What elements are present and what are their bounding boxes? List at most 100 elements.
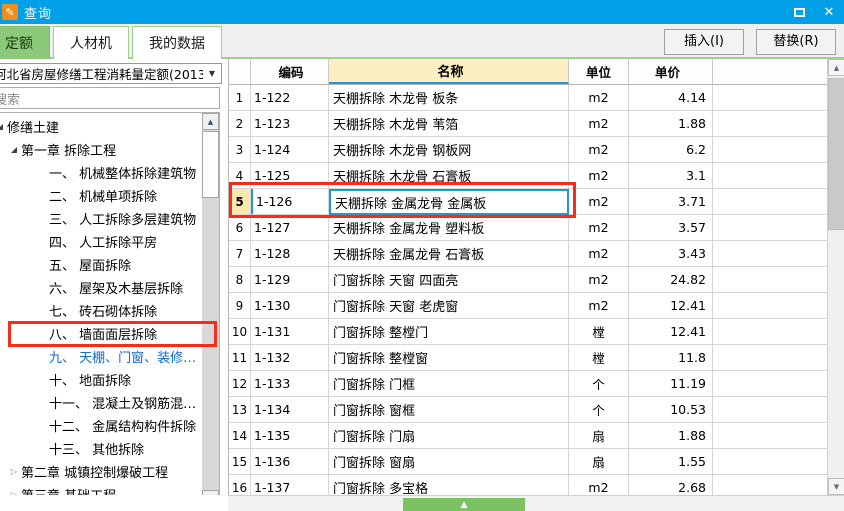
table-row[interactable]: 11 1-132 门窗拆除 整樘窗樘 11.8 — [229, 345, 844, 371]
tree-item[interactable]: 九、 天棚、门窗、装修拆除 — [0, 345, 201, 368]
tab-quota[interactable]: 定额 — [0, 26, 50, 59]
cell-unit[interactable]: m2 — [569, 215, 629, 240]
maximize-icon[interactable] — [784, 0, 814, 24]
cell-price[interactable]: 11.19 — [629, 371, 713, 396]
row-index[interactable]: 6 — [229, 215, 251, 240]
row-index[interactable]: 8 — [229, 267, 251, 292]
cell-price[interactable]: 6.2 — [629, 137, 713, 162]
cell-price[interactable]: 10.53 — [629, 397, 713, 422]
cell-code[interactable]: 1-132 — [251, 345, 329, 370]
cell-name[interactable]: 天棚拆除 金属龙骨 石膏板 — [329, 241, 569, 266]
header-price[interactable]: 单价 — [629, 59, 713, 84]
cell-unit[interactable]: m2 — [569, 189, 629, 214]
scroll-up-icon[interactable]: ▲ — [202, 113, 219, 130]
tree-item[interactable]: 一、 机械整体拆除建筑物 — [0, 161, 201, 184]
cell-price[interactable]: 24.82 — [629, 267, 713, 292]
catalog-select[interactable]: 河北省房屋修缮工程消耗量定额(2013) ▼ — [0, 63, 222, 84]
replace-button[interactable]: 替换(R) — [756, 29, 836, 55]
tree-item[interactable]: 十一、 混凝土及钢筋混凝… — [0, 391, 201, 414]
tree-item[interactable]: 二、 机械单项拆除 — [0, 184, 201, 207]
cell-unit[interactable]: 个 — [569, 397, 629, 422]
table-row[interactable]: 1 1-122 天棚拆除 木龙骨 板条 m2 4.14 — [229, 85, 844, 111]
cell-unit[interactable]: 扇 — [569, 449, 629, 474]
cell-code[interactable]: 1-129 — [251, 267, 329, 292]
cell-unit[interactable]: m2 — [569, 85, 629, 110]
cell-name[interactable]: 门窗拆除 天窗 老虎窗 — [329, 293, 569, 318]
row-index[interactable]: 11 — [229, 345, 251, 370]
row-index[interactable]: 7 — [229, 241, 251, 266]
table-row[interactable]: 5 1-126 天棚拆除 金属龙骨 金属板 m2 3.71 — [229, 189, 844, 215]
cell-code[interactable]: 1-127 — [251, 215, 329, 240]
row-index[interactable]: 12 — [229, 371, 251, 396]
cell-unit[interactable]: m2 — [569, 293, 629, 318]
cell-unit[interactable]: m2 — [569, 163, 629, 188]
row-index[interactable]: 13 — [229, 397, 251, 422]
cell-unit[interactable]: m2 — [569, 137, 629, 162]
tree-item[interactable]: 十三、 其他拆除 — [0, 437, 201, 460]
sidebar-scrollbar[interactable]: ▲ ▼ — [202, 113, 219, 507]
chevron-right-icon[interactable]: ▷ — [7, 467, 21, 476]
cell-code[interactable]: 1-122 — [251, 85, 329, 110]
cell-unit[interactable]: m2 — [569, 267, 629, 292]
cell-code[interactable]: 1-133 — [251, 371, 329, 396]
cell-unit[interactable]: m2 — [569, 241, 629, 266]
table-row[interactable]: 14 1-135 门窗拆除 门扇扇 1.88 — [229, 423, 844, 449]
table-row[interactable]: 8 1-129 门窗拆除 天窗 四面亮 m2 24.82 — [229, 267, 844, 293]
header-name[interactable]: 名称 — [329, 59, 569, 84]
tree-item[interactable]: 六、 屋架及木基层拆除 — [0, 276, 201, 299]
chevron-down-icon[interactable]: ▼ — [203, 69, 221, 78]
cell-price[interactable]: 3.57 — [629, 215, 713, 240]
tree-item[interactable]: 十二、 金属结构构件拆除 — [0, 414, 201, 437]
cell-code[interactable]: 1-134 — [251, 397, 329, 422]
cell-name[interactable]: 门窗拆除 窗扇 — [329, 449, 569, 474]
table-row[interactable]: 3 1-124 天棚拆除 木龙骨 钢板网 m2 6.2 — [229, 137, 844, 163]
cell-unit[interactable]: 樘 — [569, 319, 629, 344]
cell-code[interactable]: 1-131 — [251, 319, 329, 344]
row-index[interactable]: 1 — [229, 85, 251, 110]
cell-name[interactable]: 天棚拆除 木龙骨 石膏板 — [329, 163, 569, 188]
table-row[interactable]: 13 1-134 门窗拆除 窗框个 10.53 — [229, 397, 844, 423]
cell-code[interactable]: 1-124 — [251, 137, 329, 162]
table-row[interactable]: 15 1-136 门窗拆除 窗扇扇 1.55 — [229, 449, 844, 475]
cell-price[interactable]: 3.43 — [629, 241, 713, 266]
header-code[interactable]: 编码 — [251, 59, 329, 84]
header-unit[interactable]: 单位 — [569, 59, 629, 84]
cell-price[interactable]: 1.88 — [629, 423, 713, 448]
row-index[interactable]: 10 — [229, 319, 251, 344]
cell-unit[interactable]: m2 — [569, 111, 629, 136]
cell-name[interactable]: 天棚拆除 金属龙骨 金属板 — [329, 189, 569, 215]
table-scroll-down-icon[interactable]: ▼ — [828, 478, 844, 495]
table-row[interactable]: 12 1-133 门窗拆除 门框个 11.19 — [229, 371, 844, 397]
sidebar-scroll-thumb[interactable] — [202, 131, 219, 198]
cell-code[interactable]: 1-128 — [251, 241, 329, 266]
row-index[interactable]: 2 — [229, 111, 251, 136]
table-row[interactable]: 10 1-131 门窗拆除 整樘门樘 12.41 — [229, 319, 844, 345]
cell-price[interactable]: 11.8 — [629, 345, 713, 370]
cell-price[interactable]: 3.71 — [629, 189, 713, 214]
tree-item[interactable]: ▷ 第二章 城镇控制爆破工程 — [0, 460, 201, 483]
tree-item[interactable]: ◢ 第一章 拆除工程 — [0, 138, 201, 161]
table-row[interactable]: 9 1-130 门窗拆除 天窗 老虎窗 m2 12.41 — [229, 293, 844, 319]
row-index[interactable]: 4 — [229, 163, 251, 188]
cell-name[interactable]: 门窗拆除 窗框 — [329, 397, 569, 422]
tree-item[interactable]: 八、 墙面面层拆除 — [0, 322, 201, 345]
chevron-down-icon[interactable]: ◢ — [7, 145, 21, 154]
tree-item[interactable]: 十、 地面拆除 — [0, 368, 201, 391]
cell-price[interactable]: 1.88 — [629, 111, 713, 136]
cell-name[interactable]: 门窗拆除 门框 — [329, 371, 569, 396]
table-scrollbar[interactable]: ▲ ▼ — [827, 59, 844, 495]
cell-code[interactable]: 1-130 — [251, 293, 329, 318]
table-row[interactable]: 7 1-128 天棚拆除 金属龙骨 石膏板 m2 3.43 — [229, 241, 844, 267]
cell-code[interactable]: 1-125 — [251, 163, 329, 188]
insert-button[interactable]: 插入(I) — [664, 29, 744, 55]
tab-labor-material-machine[interactable]: 人材机 — [53, 26, 129, 59]
cell-unit[interactable]: 扇 — [569, 423, 629, 448]
row-index[interactable]: 9 — [229, 293, 251, 318]
cell-name[interactable]: 天棚拆除 木龙骨 钢板网 — [329, 137, 569, 162]
tree-item[interactable]: 五、 屋面拆除 — [0, 253, 201, 276]
tree-item[interactable]: 七、 砖石砌体拆除 — [0, 299, 201, 322]
search-input[interactable]: 搜索 — [0, 87, 220, 109]
cell-name[interactable]: 天棚拆除 木龙骨 板条 — [329, 85, 569, 110]
cell-unit[interactable]: 个 — [569, 371, 629, 396]
tab-my-data[interactable]: 我的数据 — [132, 26, 222, 59]
